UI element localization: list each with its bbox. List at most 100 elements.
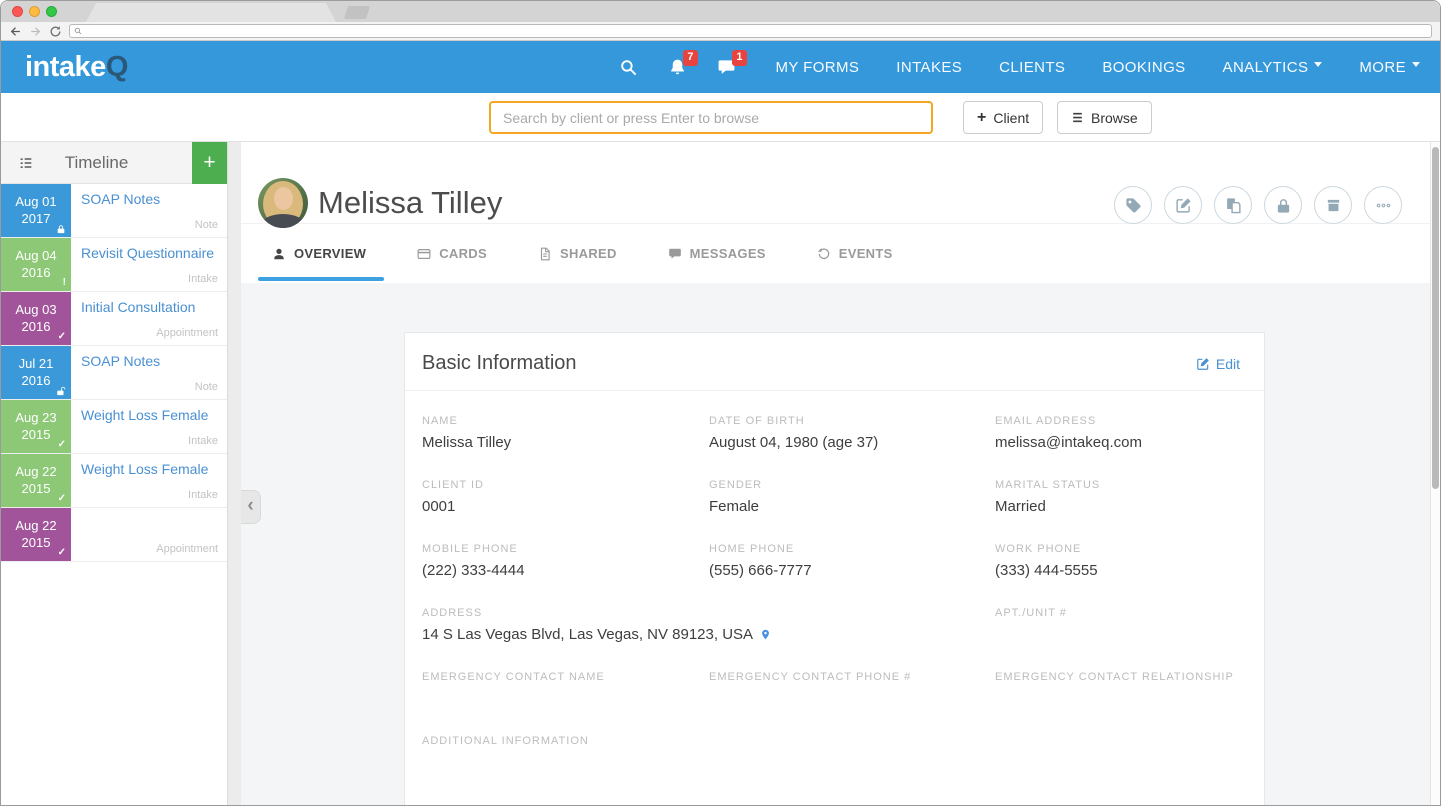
scrollbar-track[interactable] <box>1430 142 1440 806</box>
timeline-item[interactable]: Aug 232015 ✓ Weight Loss Female Intake <box>1 400 227 454</box>
search-icon[interactable] <box>619 58 638 77</box>
browser-window: intakeQ 7 1 MY FORMS INTAKES CLIENTS BOO… <box>0 0 1441 806</box>
chevron-down-icon <box>1314 62 1322 71</box>
overview-content: Basic Information Edit NAMEMelissa Tille… <box>241 283 1430 806</box>
sidebar-gutter <box>228 142 241 806</box>
back-icon[interactable] <box>9 25 22 38</box>
field-client-id: CLIENT ID0001 <box>422 479 709 516</box>
list-icon <box>1071 111 1084 124</box>
lock-icon <box>56 224 66 234</box>
tab-cards[interactable]: CARDS <box>417 224 487 283</box>
notifications-bell-icon[interactable]: 7 <box>668 58 687 77</box>
field-email: EMAIL ADDRESSmelissa@intakeq.com <box>995 415 1240 452</box>
tab-shared[interactable]: SHARED <box>538 224 617 283</box>
timeline-item-title[interactable]: Weight Loss Female <box>81 461 208 477</box>
notification-count-badge: 7 <box>683 50 697 66</box>
archive-icon <box>1325 197 1342 214</box>
unlock-icon <box>56 386 66 396</box>
card-title: Basic Information <box>422 352 577 375</box>
browser-toolbar <box>1 22 1440 41</box>
date-badge: Jul 212016 <box>1 346 71 399</box>
tab-messages[interactable]: MESSAGES <box>668 224 766 283</box>
date-badge: Aug 032016 ✓ <box>1 292 71 345</box>
app-header: intakeQ 7 1 MY FORMS INTAKES CLIENTS BOO… <box>1 41 1440 93</box>
credit-card-icon <box>417 247 431 261</box>
nav-intakes[interactable]: INTAKES <box>896 59 962 76</box>
field-mobile-phone: MOBILE PHONE(222) 333-4444 <box>422 543 709 580</box>
edit-button[interactable] <box>1164 186 1202 224</box>
nav-bookings[interactable]: BOOKINGS <box>1102 59 1185 76</box>
nav-clients[interactable]: CLIENTS <box>999 59 1065 76</box>
timeline-item-title[interactable]: SOAP Notes <box>81 191 160 207</box>
nav-analytics[interactable]: ANALYTICS <box>1223 59 1323 76</box>
user-icon <box>272 247 286 261</box>
add-timeline-item-button[interactable]: + <box>192 142 227 184</box>
chat-icon <box>668 247 682 261</box>
forward-icon[interactable] <box>29 25 42 38</box>
timeline-item-type: Note <box>195 219 218 231</box>
basic-information-card: Basic Information Edit NAMEMelissa Tille… <box>404 332 1265 806</box>
intakeq-logo[interactable]: intakeQ <box>25 51 128 84</box>
timeline-item[interactable]: Aug 012017 SOAP Notes Note <box>1 184 227 238</box>
date-badge: Aug 012017 <box>1 184 71 237</box>
new-tab-button[interactable] <box>344 6 370 19</box>
avatar[interactable] <box>258 178 308 228</box>
browser-tab[interactable] <box>86 3 336 22</box>
field-address: ADDRESS 14 S Las Vegas Blvd, Las Vegas, … <box>422 607 995 644</box>
timeline-item-type: Intake <box>188 273 218 285</box>
refresh-icon[interactable] <box>49 25 62 38</box>
basic-info-grid: NAMEMelissa Tilley DATE OF BIRTHAugust 0… <box>405 391 1264 806</box>
timeline-sidebar: Timeline + Aug 012017 SOAP Notes Note Au… <box>1 142 228 806</box>
window-minimize-button[interactable] <box>29 6 40 17</box>
more-button[interactable] <box>1364 186 1402 224</box>
timeline-item-type: Intake <box>188 435 218 447</box>
field-emergency-relationship: EMERGENCY CONTACT RELATIONSHIP <box>995 671 1240 708</box>
timeline-item-title[interactable]: Weight Loss Female <box>81 407 208 423</box>
tag-button[interactable] <box>1114 186 1152 224</box>
check-icon: ✓ <box>58 332 66 342</box>
timeline-item-title[interactable]: Initial Consultation <box>81 299 195 315</box>
tab-overview[interactable]: OVERVIEW <box>272 224 366 283</box>
sidebar-collapse-handle[interactable]: ‹ <box>241 490 261 524</box>
ellipsis-icon <box>1375 197 1392 214</box>
tag-icon <box>1125 197 1142 214</box>
window-zoom-button[interactable] <box>46 6 57 17</box>
timeline-item[interactable]: Jul 212016 SOAP Notes Note <box>1 346 227 400</box>
timeline-item-type: Appointment <box>156 327 218 339</box>
tab-events[interactable]: EVENTS <box>817 224 893 283</box>
add-client-button[interactable]: + Client <box>963 101 1043 134</box>
timeline-item-type: Note <box>195 381 218 393</box>
client-tabs: OVERVIEW CARDS SHARED MESSAGES EVENTS <box>241 224 1430 283</box>
content-area: Timeline + Aug 012017 SOAP Notes Note Au… <box>1 142 1440 806</box>
timeline-item[interactable]: Aug 032016 ✓ Initial Consultation Appoin… <box>1 292 227 346</box>
edit-basic-info-button[interactable]: Edit <box>1196 356 1240 372</box>
timeline-item-title[interactable]: Revisit Questionnaire <box>81 245 214 261</box>
nav-my-forms[interactable]: MY FORMS <box>776 59 860 76</box>
timeline-header: Timeline + <box>1 142 227 184</box>
timeline-item[interactable]: Aug 042016 ! Revisit Questionnaire Intak… <box>1 238 227 292</box>
date-badge: Aug 222015 ✓ <box>1 508 71 561</box>
client-search-row: + Client Browse <box>1 93 1440 142</box>
lock-icon <box>1275 197 1292 214</box>
archive-button[interactable] <box>1314 186 1352 224</box>
timeline-item[interactable]: Aug 222015 ✓ Appointment <box>1 508 227 562</box>
page-title: Melissa Tilley <box>318 185 502 221</box>
date-badge: Aug 042016 ! <box>1 238 71 291</box>
lock-button[interactable] <box>1264 186 1302 224</box>
timeline-item[interactable]: Aug 222015 ✓ Weight Loss Female Intake <box>1 454 227 508</box>
browse-button[interactable]: Browse <box>1057 101 1152 134</box>
scrollbar-thumb[interactable] <box>1432 147 1439 489</box>
window-close-button[interactable] <box>12 6 23 17</box>
duplicate-button[interactable] <box>1214 186 1252 224</box>
nav-more[interactable]: MORE <box>1359 59 1420 76</box>
field-date-of-birth: DATE OF BIRTHAugust 04, 1980 (age 37) <box>709 415 995 452</box>
check-icon: ✓ <box>58 440 66 450</box>
plus-icon: + <box>977 110 986 126</box>
edit-icon <box>1196 357 1210 371</box>
messages-bubble-icon[interactable]: 1 <box>717 58 736 77</box>
timeline-item-type: Intake <box>188 489 218 501</box>
client-search-input[interactable] <box>489 101 933 134</box>
map-pin-icon[interactable] <box>760 627 771 642</box>
timeline-item-title[interactable]: SOAP Notes <box>81 353 160 369</box>
url-bar[interactable] <box>69 24 1432 38</box>
